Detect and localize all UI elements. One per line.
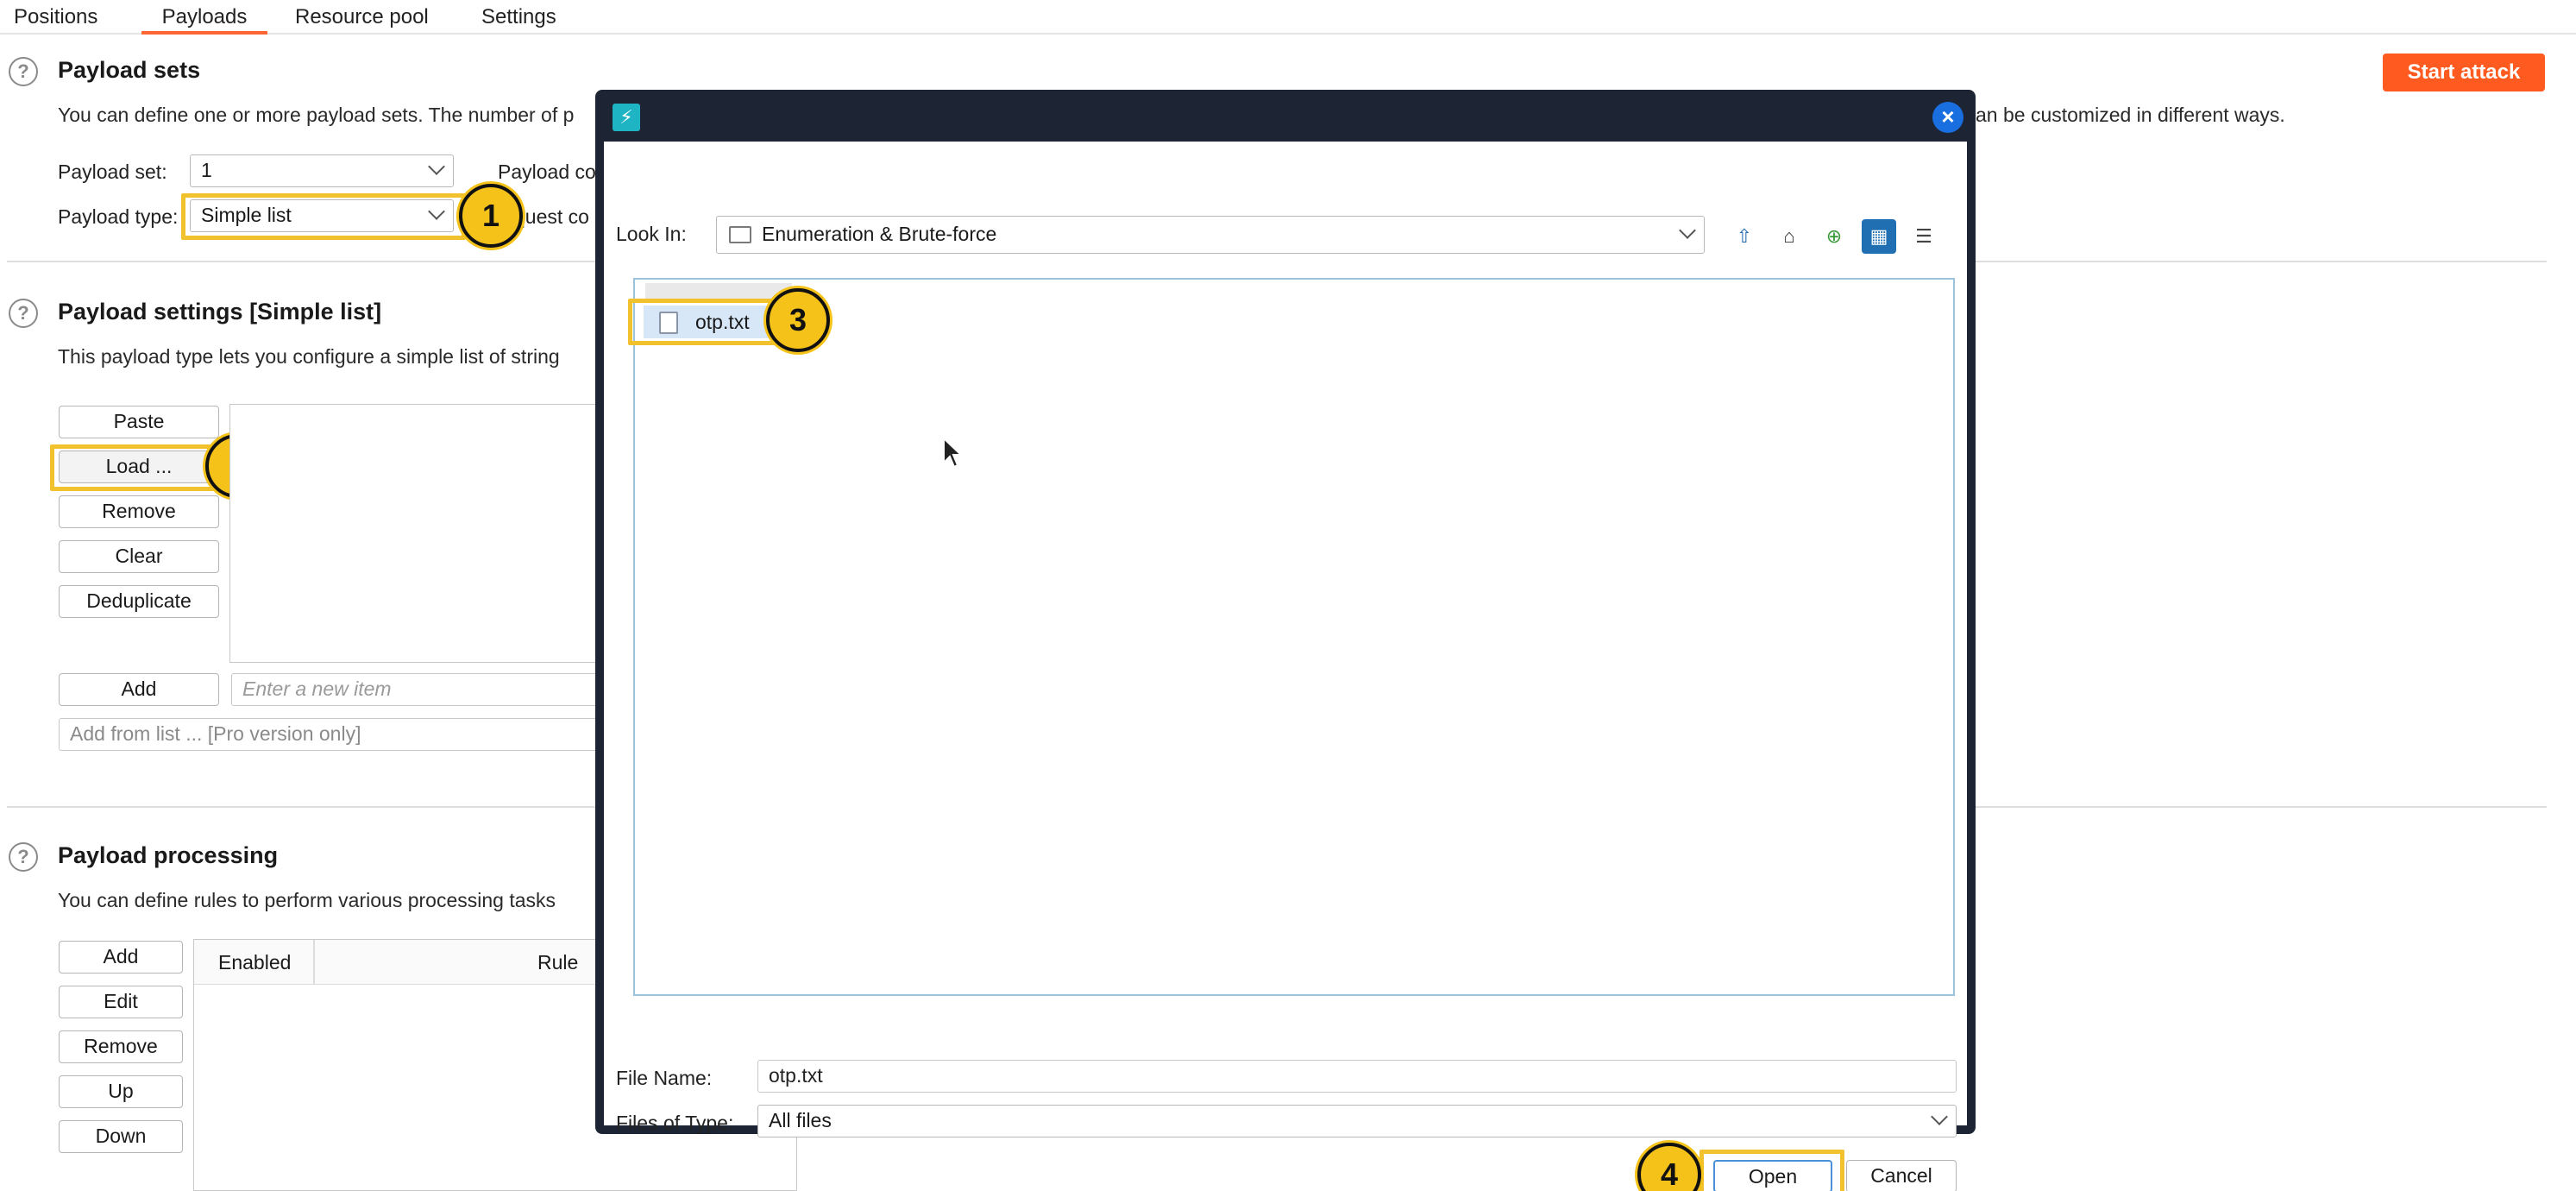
help-icon[interactable]: ?	[9, 57, 38, 86]
tab-bar: Positions Payloads Resource pool Setting…	[0, 0, 2576, 35]
up-rule-button[interactable]: Up	[59, 1075, 183, 1108]
new-folder-icon[interactable]: ⊕	[1817, 219, 1851, 254]
clear-button[interactable]: Clear	[59, 540, 219, 573]
look-in-label: Look In:	[616, 223, 687, 245]
cancel-button[interactable]: Cancel	[1846, 1160, 1957, 1191]
highlight-box	[628, 299, 778, 345]
payload-sets-description: You can define one or more payload sets.…	[58, 104, 575, 126]
chevron-down-icon	[428, 158, 445, 175]
tab-settings[interactable]: Settings	[481, 0, 556, 35]
blurred-item	[645, 283, 792, 300]
chevron-down-icon	[1679, 222, 1696, 239]
mouse-cursor-icon	[943, 437, 964, 469]
payload-processing-description: You can define rules to perform various …	[58, 889, 556, 911]
payload-set-label: Payload set:	[58, 161, 167, 183]
look-in-select[interactable]: Enumeration & Brute-force	[716, 216, 1705, 254]
payload-settings-title: Payload settings [Simple list]	[58, 299, 382, 325]
payload-type-label: Payload type:	[58, 205, 179, 228]
payload-sets-title: Payload sets	[58, 57, 201, 83]
close-icon[interactable]: ×	[1932, 102, 1963, 133]
edit-rule-button[interactable]: Edit	[59, 986, 183, 1018]
add-item-button[interactable]: Add	[59, 673, 219, 706]
home-icon[interactable]: ⌂	[1772, 219, 1806, 254]
tab-resource-pool[interactable]: Resource pool	[295, 0, 429, 35]
grid-view-icon[interactable]: ▦	[1862, 219, 1896, 254]
look-in-value: Enumeration & Brute-force	[762, 223, 997, 245]
file-open-dialog: ⚡ × Look In: Enumeration & Brute-force ⇧…	[595, 90, 1976, 1191]
column-rule[interactable]: Rule	[537, 951, 578, 974]
file-type-value: All files	[769, 1109, 832, 1131]
highlight-box	[181, 193, 466, 240]
remove-button[interactable]: Remove	[59, 495, 219, 528]
tab-positions[interactable]: Positions	[14, 0, 97, 35]
add-from-list-select[interactable]: Add from list ... [Pro version only]	[59, 718, 600, 751]
column-separator	[313, 940, 315, 985]
paste-button[interactable]: Paste	[59, 406, 219, 438]
highlight-box	[50, 444, 217, 491]
file-type-select[interactable]: All files	[757, 1105, 1957, 1137]
step-badge-1: 1	[459, 184, 523, 248]
file-type-label: Files of Type:	[616, 1112, 734, 1134]
step-badge-3: 3	[766, 288, 830, 352]
new-item-input[interactable]: Enter a new item	[231, 673, 600, 706]
up-folder-icon[interactable]: ⇧	[1727, 219, 1762, 254]
file-list[interactable]: otp.txt 3	[628, 278, 1955, 996]
start-attack-button[interactable]: Start attack	[2383, 54, 2545, 91]
chevron-down-icon	[1931, 1108, 1948, 1125]
file-name-label: File Name:	[616, 1067, 713, 1089]
payload-set-select[interactable]: 1	[190, 154, 454, 187]
help-icon[interactable]: ?	[9, 299, 38, 328]
burp-app-icon: ⚡	[613, 104, 640, 131]
step-badge-4: 4	[1637, 1143, 1701, 1191]
request-count-label: quest co	[514, 205, 589, 228]
folder-icon	[729, 226, 751, 243]
highlight-box	[1700, 1150, 1844, 1191]
deduplicate-button[interactable]: Deduplicate	[59, 585, 219, 618]
remove-rule-button[interactable]: Remove	[59, 1030, 183, 1063]
column-enabled[interactable]: Enabled	[218, 951, 291, 974]
help-icon[interactable]: ?	[9, 842, 38, 872]
payload-count-label: Payload co	[498, 161, 596, 183]
list-view-icon[interactable]: ☰	[1907, 219, 1941, 254]
down-rule-button[interactable]: Down	[59, 1120, 183, 1153]
dialog-body: Look In: Enumeration & Brute-force ⇧ ⌂ ⊕…	[604, 142, 1967, 1191]
payload-processing-title: Payload processing	[58, 842, 279, 868]
tab-payloads[interactable]: Payloads	[141, 0, 267, 35]
file-name-input[interactable]: otp.txt	[757, 1060, 1957, 1093]
payload-list[interactable]	[229, 404, 600, 663]
payload-settings-description: This payload type lets you configure a s…	[58, 345, 560, 368]
payload-sets-description-tail: an be customized in different ways.	[1976, 104, 2285, 126]
payload-set-value: 1	[201, 159, 212, 181]
add-rule-button[interactable]: Add	[59, 941, 183, 974]
